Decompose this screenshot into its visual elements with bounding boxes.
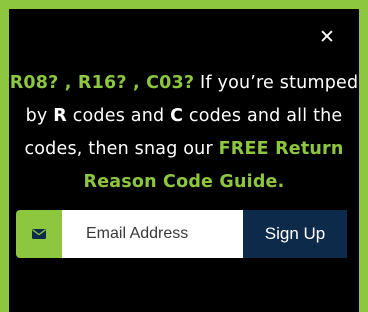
code-r08: R08? [9, 73, 59, 93]
code-separator: , [126, 73, 147, 93]
message-text: codes and [66, 106, 171, 126]
code-r16: R16? [77, 73, 127, 93]
letter-c: C [170, 106, 184, 126]
signup-button[interactable]: Sign Up [243, 210, 347, 258]
letter-r: R [53, 106, 67, 126]
close-button[interactable]: ✕ [317, 27, 337, 47]
newsletter-popup: ✕ R08? , R16? , C03? If you’re stumped b… [9, 9, 359, 312]
code-separator: , [58, 73, 78, 93]
popup-message: R08? , R16? , C03? If you’re stumped by … [9, 67, 359, 199]
envelope-icon [16, 210, 62, 258]
code-c03: C03? [146, 73, 195, 93]
email-input[interactable] [62, 210, 243, 258]
envelope-icon-glyph [32, 229, 46, 239]
signup-form: Sign Up [16, 210, 347, 258]
